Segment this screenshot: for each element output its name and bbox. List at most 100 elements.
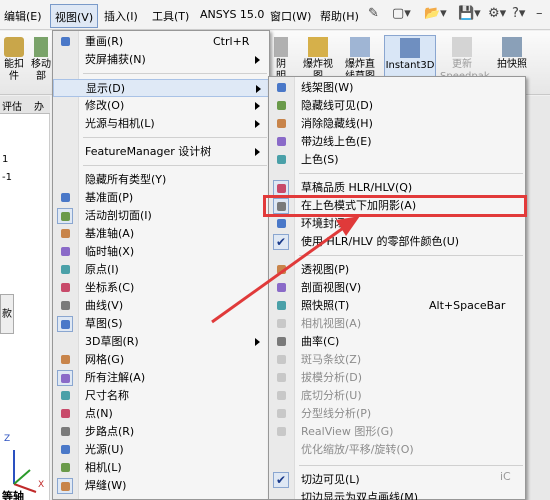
help-icon[interactable]: ?▾ xyxy=(512,6,525,24)
view-menu-item[interactable]: 所有注解(A) xyxy=(53,369,269,387)
grid-icon xyxy=(58,352,74,368)
view-menu-item-label: 点(N) xyxy=(85,407,113,420)
open-folder-icon[interactable]: 📂▾ xyxy=(424,6,447,24)
view-menu-item[interactable]: 荧屏捕获(N) xyxy=(53,51,269,69)
menu-bar: 编辑(E) 视图(V) 插入(I) 工具(T) ANSYS 15.0 窗口(W)… xyxy=(0,0,550,30)
undercut-icon xyxy=(274,388,290,404)
view-menu-item[interactable]: 点(N) xyxy=(53,405,269,423)
parting-line-icon xyxy=(274,406,290,422)
view-menu-item[interactable]: 基准面(P) xyxy=(53,189,269,207)
display-menu-item[interactable]: 带边线上色(E) xyxy=(269,133,525,151)
display-menu-item[interactable]: 剖面视图(V) xyxy=(269,279,525,297)
menu-help[interactable]: 帮助(H) xyxy=(320,8,359,24)
display-menu-item[interactable]: 曲率(C) xyxy=(269,333,525,351)
view-menu-item[interactable]: 基准轴(A) xyxy=(53,225,269,243)
tree-mark-2: -1 xyxy=(2,172,12,183)
display-menu-item[interactable]: 环境封闭 xyxy=(269,215,525,233)
view-menu-item-label: 临时轴(X) xyxy=(85,245,135,258)
menu-view[interactable]: 视图(V) xyxy=(50,4,99,28)
display-menu-item[interactable]: 隐藏线可见(D) xyxy=(269,97,525,115)
draft-quality-icon xyxy=(273,180,289,196)
view-menu-item[interactable]: 原点(I) xyxy=(53,261,269,279)
display-menu-item[interactable]: 优化缩放/平移/旋转(O) xyxy=(269,441,525,459)
display-menu-item[interactable]: 透视图(P) xyxy=(269,261,525,279)
view-menu-item[interactable]: 临时轴(X) xyxy=(53,243,269,261)
draft-quality-icon-glyph xyxy=(277,184,286,193)
view-menu-item-label: 曲线(V) xyxy=(85,299,124,312)
view-menu-item-label: 3D草图(R) xyxy=(85,335,139,348)
view-menu-item[interactable]: 步路点(R) xyxy=(53,423,269,441)
display-menu-item-label: 消除隐藏线(H) xyxy=(301,117,373,130)
menu-insert[interactable]: 插入(I) xyxy=(104,8,138,24)
snapshot-icon-glyph xyxy=(277,301,286,310)
view-menu-item[interactable]: 曲线(V) xyxy=(53,297,269,315)
display-menu-item[interactable]: 线架图(W) xyxy=(269,79,525,97)
view-menu-item-label: 网格(G) xyxy=(85,353,125,366)
submenu-arrow-icon xyxy=(256,85,261,93)
view-menu-item[interactable]: 坐标系(C) xyxy=(53,279,269,297)
display-menu-item[interactable]: ✔ 切边可见(L) xyxy=(269,471,525,489)
tab-evaluate[interactable]: 评估 xyxy=(2,98,22,113)
display-menu-item[interactable]: RealView 图形(G) xyxy=(269,423,525,441)
minimize-icon[interactable]: – xyxy=(536,6,543,24)
wireframe-icon-glyph xyxy=(277,83,286,92)
view-menu-item[interactable]: 修改(O) xyxy=(53,97,269,115)
view-menu-item[interactable]: 草图(S) xyxy=(53,315,269,333)
display-menu-item-label: 透视图(P) xyxy=(301,263,350,276)
display-menu-item[interactable]: 照快照(T) Alt+SpaceBar xyxy=(269,297,525,315)
view-menu-item[interactable]: 网格(G) xyxy=(53,351,269,369)
side-tab[interactable]: 款 xyxy=(0,294,14,334)
menu-edit[interactable]: 编辑(E) xyxy=(4,8,42,24)
origin-icon xyxy=(58,262,74,278)
display-menu-item[interactable]: 上色(S) xyxy=(269,151,525,169)
view-menu-item-label: 基准面(P) xyxy=(85,191,134,204)
route-point-icon xyxy=(58,424,74,440)
move-component-button[interactable]: 移动 部 xyxy=(30,35,52,91)
save-icon[interactable]: 💾▾ xyxy=(458,6,481,24)
view-menu-item[interactable]: 光源(U) xyxy=(53,441,269,459)
new-document-icon[interactable]: ▢▾ xyxy=(392,6,411,24)
tab-office[interactable]: 办 xyxy=(34,98,44,113)
view-menu-item[interactable]: 尺寸名称 xyxy=(53,387,269,405)
view-menu-item-label: 坐标系(C) xyxy=(85,281,135,294)
view-menu-item[interactable]: 光源与相机(L) xyxy=(53,115,269,133)
display-menu-item[interactable]: 相机视图(A) xyxy=(269,315,525,333)
view-menu-item[interactable]: 相机(L) xyxy=(53,459,269,477)
realview-icon xyxy=(274,424,290,440)
menu-tools[interactable]: 工具(T) xyxy=(152,8,189,24)
redraw-icon-glyph xyxy=(61,37,70,46)
coordinate-system-icon xyxy=(58,280,74,296)
view-menu-item[interactable]: 隐藏所有类型(Y) xyxy=(53,171,269,189)
display-menu-item[interactable]: 分型线分析(P) xyxy=(269,405,525,423)
display-submenu: 线架图(W) 隐藏线可见(D) 消除隐藏线(H) 带边线上色(E) 上色(S) 草稿品质 … xyxy=(268,76,526,500)
display-menu-item[interactable]: 切边显示为双点画线(M) xyxy=(269,489,525,500)
view-menu-item[interactable]: 重画(R) Ctrl+R xyxy=(53,33,269,51)
view-menu-item[interactable]: FeatureManager 设计树 xyxy=(53,143,269,161)
pin-icon[interactable]: ✎ xyxy=(368,6,379,24)
temp-axis-icon xyxy=(58,244,74,260)
view-menu-item[interactable]: 活动剖切面(I) xyxy=(53,207,269,225)
view-menu-item-label: 隐藏所有类型(Y) xyxy=(85,173,167,186)
display-menu-item[interactable]: 消除隐藏线(H) xyxy=(269,115,525,133)
realview-icon-glyph xyxy=(277,427,286,436)
display-menu-item[interactable]: ✔ 使用 HLR/HLV 的零部件颜色(U) xyxy=(269,233,525,251)
view-menu-item[interactable]: 焊缝(W) xyxy=(53,477,269,495)
view-menu-item[interactable]: 显示(D) xyxy=(53,79,269,97)
section-view-icon-glyph xyxy=(277,283,286,292)
grid-icon-glyph xyxy=(61,355,70,364)
smart-fastener-button[interactable]: 能扣 件 xyxy=(0,35,28,91)
menu-window[interactable]: 窗口(W) xyxy=(270,8,311,24)
view-menu-item-label: 所有注解(A) xyxy=(85,371,146,384)
submenu-arrow-icon xyxy=(255,338,260,346)
check-icon-glyph: ✔ xyxy=(276,473,287,487)
parting-line-icon-glyph xyxy=(277,409,286,418)
view-menu-item[interactable]: 3D草图(R) xyxy=(53,333,269,351)
route-point-icon-glyph xyxy=(61,427,70,436)
menu-ansys[interactable]: ANSYS 15.0 xyxy=(200,8,264,21)
display-menu-item[interactable]: 拔模分析(D) xyxy=(269,369,525,387)
shaded-icon xyxy=(274,152,290,168)
display-menu-item[interactable]: 底切分析(U) xyxy=(269,387,525,405)
display-menu-item[interactable]: 斑马条纹(Z) xyxy=(269,351,525,369)
options-icon[interactable]: ⚙▾ xyxy=(488,6,506,24)
view-menu-item-label: 修改(O) xyxy=(85,99,125,112)
